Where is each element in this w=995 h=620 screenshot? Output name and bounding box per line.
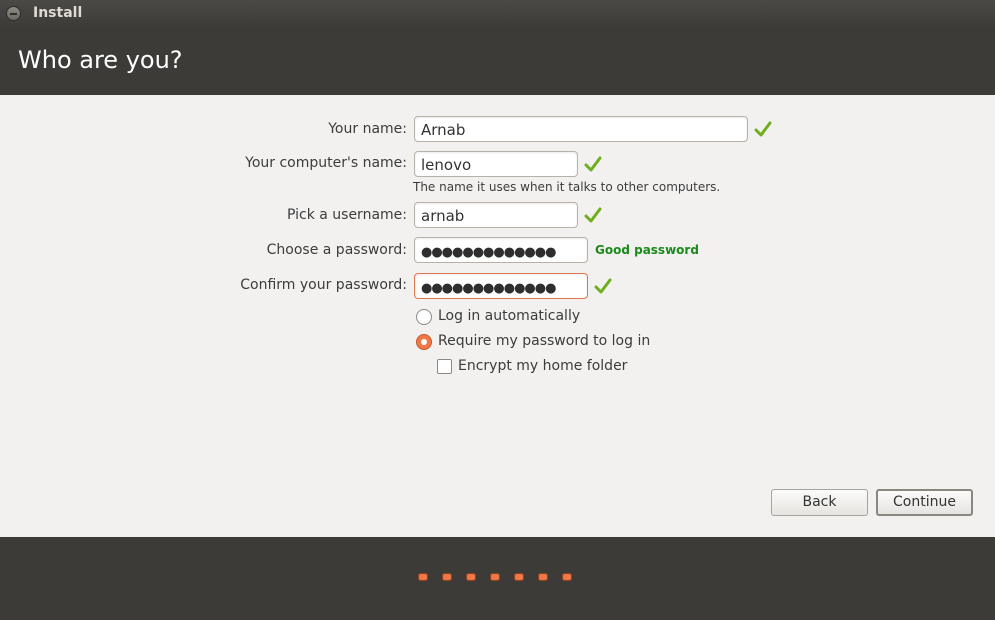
progress-step	[562, 573, 572, 581]
login-automatically-label[interactable]: Log in automatically	[438, 308, 580, 324]
encrypt-home-label[interactable]: Encrypt my home folder	[458, 358, 627, 374]
page-header: Who are you?	[0, 28, 995, 95]
username-input[interactable]: arnab	[414, 202, 578, 228]
name-valid-check-icon	[754, 121, 772, 137]
title-bar: Install	[0, 0, 995, 28]
progress-step	[538, 573, 548, 581]
username-label: Pick a username:	[286, 207, 407, 223]
progress-step	[418, 573, 428, 581]
progress-step	[466, 573, 476, 581]
require-password-label[interactable]: Require my password to log in	[438, 333, 650, 349]
back-button[interactable]: Back	[771, 489, 868, 516]
login-automatically-radio[interactable]	[416, 309, 432, 325]
progress-step	[442, 573, 452, 581]
computer-name-input[interactable]: lenovo	[414, 151, 578, 177]
confirm-valid-check-icon	[594, 278, 612, 294]
password-label: Choose a password:	[266, 242, 407, 258]
page-title: Who are you?	[18, 46, 183, 74]
require-password-radio[interactable]	[416, 334, 432, 350]
window-close-icon[interactable]	[6, 6, 21, 21]
progress-step	[514, 573, 524, 581]
encrypt-home-checkbox[interactable]	[437, 359, 452, 374]
your-name-input[interactable]: Arnab	[414, 116, 748, 142]
confirm-password-label: Confirm your password:	[240, 277, 407, 293]
install-progress	[418, 573, 572, 581]
computer-name-hint: The name it uses when it talks to other …	[413, 180, 721, 194]
computer-name-label: Your computer's name:	[245, 155, 407, 171]
window-title: Install	[33, 5, 83, 21]
continue-button[interactable]: Continue	[876, 489, 973, 516]
confirm-password-input[interactable]: ●●●●●●●●●●●●●	[414, 273, 588, 299]
your-name-label: Your name:	[328, 121, 407, 137]
password-masked-value: ●●●●●●●●●●●●●	[421, 245, 556, 260]
password-strength-label: Good password	[595, 243, 699, 257]
username-valid-check-icon	[584, 207, 602, 223]
progress-step	[490, 573, 500, 581]
confirm-password-masked-value: ●●●●●●●●●●●●●	[421, 281, 556, 296]
password-input[interactable]: ●●●●●●●●●●●●●	[414, 237, 588, 263]
computer-name-valid-check-icon	[584, 156, 602, 172]
